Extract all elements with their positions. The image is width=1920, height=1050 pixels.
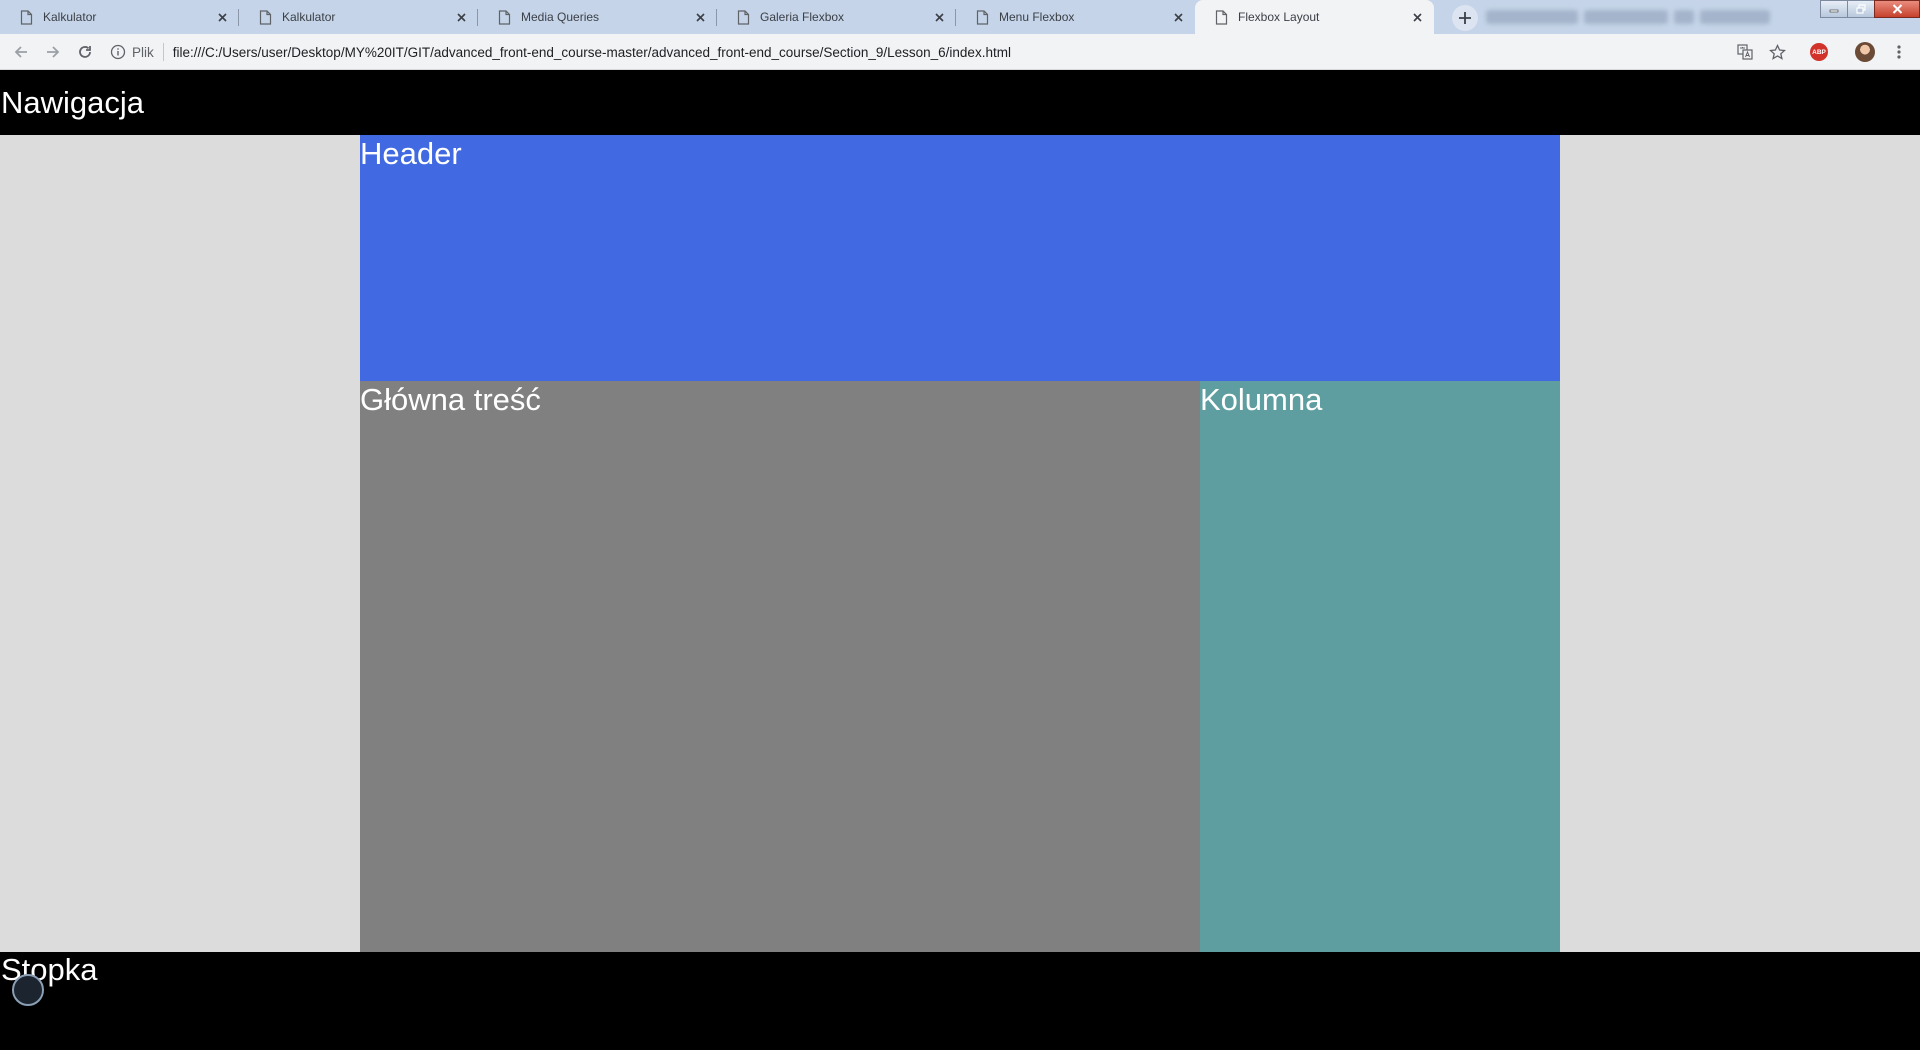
start-orb-icon[interactable]: [12, 974, 44, 1006]
tab-strip: Kalkulator Kalkulator Media Queries Gale…: [0, 0, 1920, 34]
back-button[interactable]: [11, 42, 31, 62]
tab-menu-flexbox[interactable]: Menu Flexbox: [955, 0, 1195, 34]
doc-icon: [1215, 9, 1228, 25]
url-text[interactable]: file:///C:/Users/user/Desktop/MY%20IT/GI…: [173, 45, 1011, 60]
tab-title: Menu Flexbox: [999, 10, 1075, 24]
tab-flexbox-layout[interactable]: Flexbox Layout: [1195, 0, 1434, 34]
tab-media-queries[interactable]: Media Queries: [477, 0, 717, 34]
tab-title: Kalkulator: [43, 10, 97, 24]
plus-icon: [1459, 12, 1471, 24]
close-icon[interactable]: [1408, 8, 1426, 26]
reload-icon: [79, 46, 91, 58]
blurred-taskbar-region: [1486, 6, 1816, 28]
adblock-extension-button[interactable]: ABP: [1809, 42, 1829, 62]
main-title: Główna treść: [360, 382, 541, 417]
layout-container: Header Główna treść Kolumna: [360, 135, 1560, 952]
tab-kalkulator-1[interactable]: Kalkulator: [0, 0, 239, 34]
tab-list: Kalkulator Kalkulator Media Queries Gale…: [0, 0, 1434, 34]
close-icon[interactable]: [452, 8, 470, 26]
adblock-icon: ABP: [1810, 43, 1828, 61]
window-close-icon: [1892, 4, 1902, 14]
star-icon: [1768, 43, 1786, 60]
menu-dots-icon: [1897, 45, 1901, 59]
profile-avatar: [1855, 42, 1875, 62]
info-icon[interactable]: [110, 44, 126, 60]
doc-icon: [259, 9, 272, 25]
tab-kalkulator-2[interactable]: Kalkulator: [238, 0, 478, 34]
browser-toolbar: Plik file:///C:/Users/user/Desktop/MY%20…: [0, 34, 1920, 70]
header-title: Header: [360, 136, 462, 171]
nav-section: Nawigacja: [0, 71, 1920, 135]
window-controls: [1820, 0, 1920, 20]
tab-title: Media Queries: [521, 10, 600, 24]
header-section: Header: [360, 135, 1560, 381]
tab-title: Flexbox Layout: [1238, 10, 1320, 24]
reload-button[interactable]: [75, 42, 95, 62]
browser-menu-button[interactable]: [1889, 42, 1909, 62]
scheme-label: Plik: [132, 44, 154, 60]
doc-icon: [737, 9, 750, 25]
minimize-button[interactable]: [1820, 0, 1848, 18]
bookmark-button[interactable]: [1767, 42, 1787, 62]
forward-arrow-icon: [47, 46, 60, 58]
doc-icon: [976, 9, 989, 25]
main-content-section: Główna treść: [360, 381, 1200, 952]
doc-icon: [498, 9, 511, 25]
restore-button[interactable]: [1847, 0, 1875, 18]
translate-icon: [1737, 44, 1753, 60]
new-tab-button[interactable]: [1452, 5, 1478, 31]
close-icon[interactable]: [930, 8, 948, 26]
tab-galeria-flexbox[interactable]: Galeria Flexbox: [716, 0, 956, 34]
forward-button[interactable]: [43, 42, 63, 62]
aside-column-section: Kolumna: [1200, 381, 1560, 952]
nav-title: Nawigacja: [1, 85, 145, 120]
profile-button[interactable]: [1855, 42, 1875, 62]
close-icon[interactable]: [691, 8, 709, 26]
address-separator: [162, 43, 164, 61]
footer-section: Stopka: [0, 952, 1920, 1050]
close-icon[interactable]: [213, 8, 231, 26]
tab-title: Galeria Flexbox: [760, 10, 845, 24]
minimize-icon: [1829, 9, 1839, 13]
translate-button[interactable]: [1735, 42, 1755, 62]
doc-icon: [20, 9, 33, 25]
window-close-button[interactable]: [1874, 0, 1920, 18]
back-arrow-icon: [14, 46, 27, 58]
aside-title: Kolumna: [1200, 382, 1323, 417]
page-viewport: Nawigacja Header Główna treść Kolumna St…: [0, 71, 1920, 1050]
close-icon[interactable]: [1169, 8, 1187, 26]
address-bar[interactable]: Plik file:///C:/Users/user/Desktop/MY%20…: [110, 37, 1011, 67]
tab-title: Kalkulator: [282, 10, 336, 24]
restore-icon: [1856, 4, 1866, 14]
